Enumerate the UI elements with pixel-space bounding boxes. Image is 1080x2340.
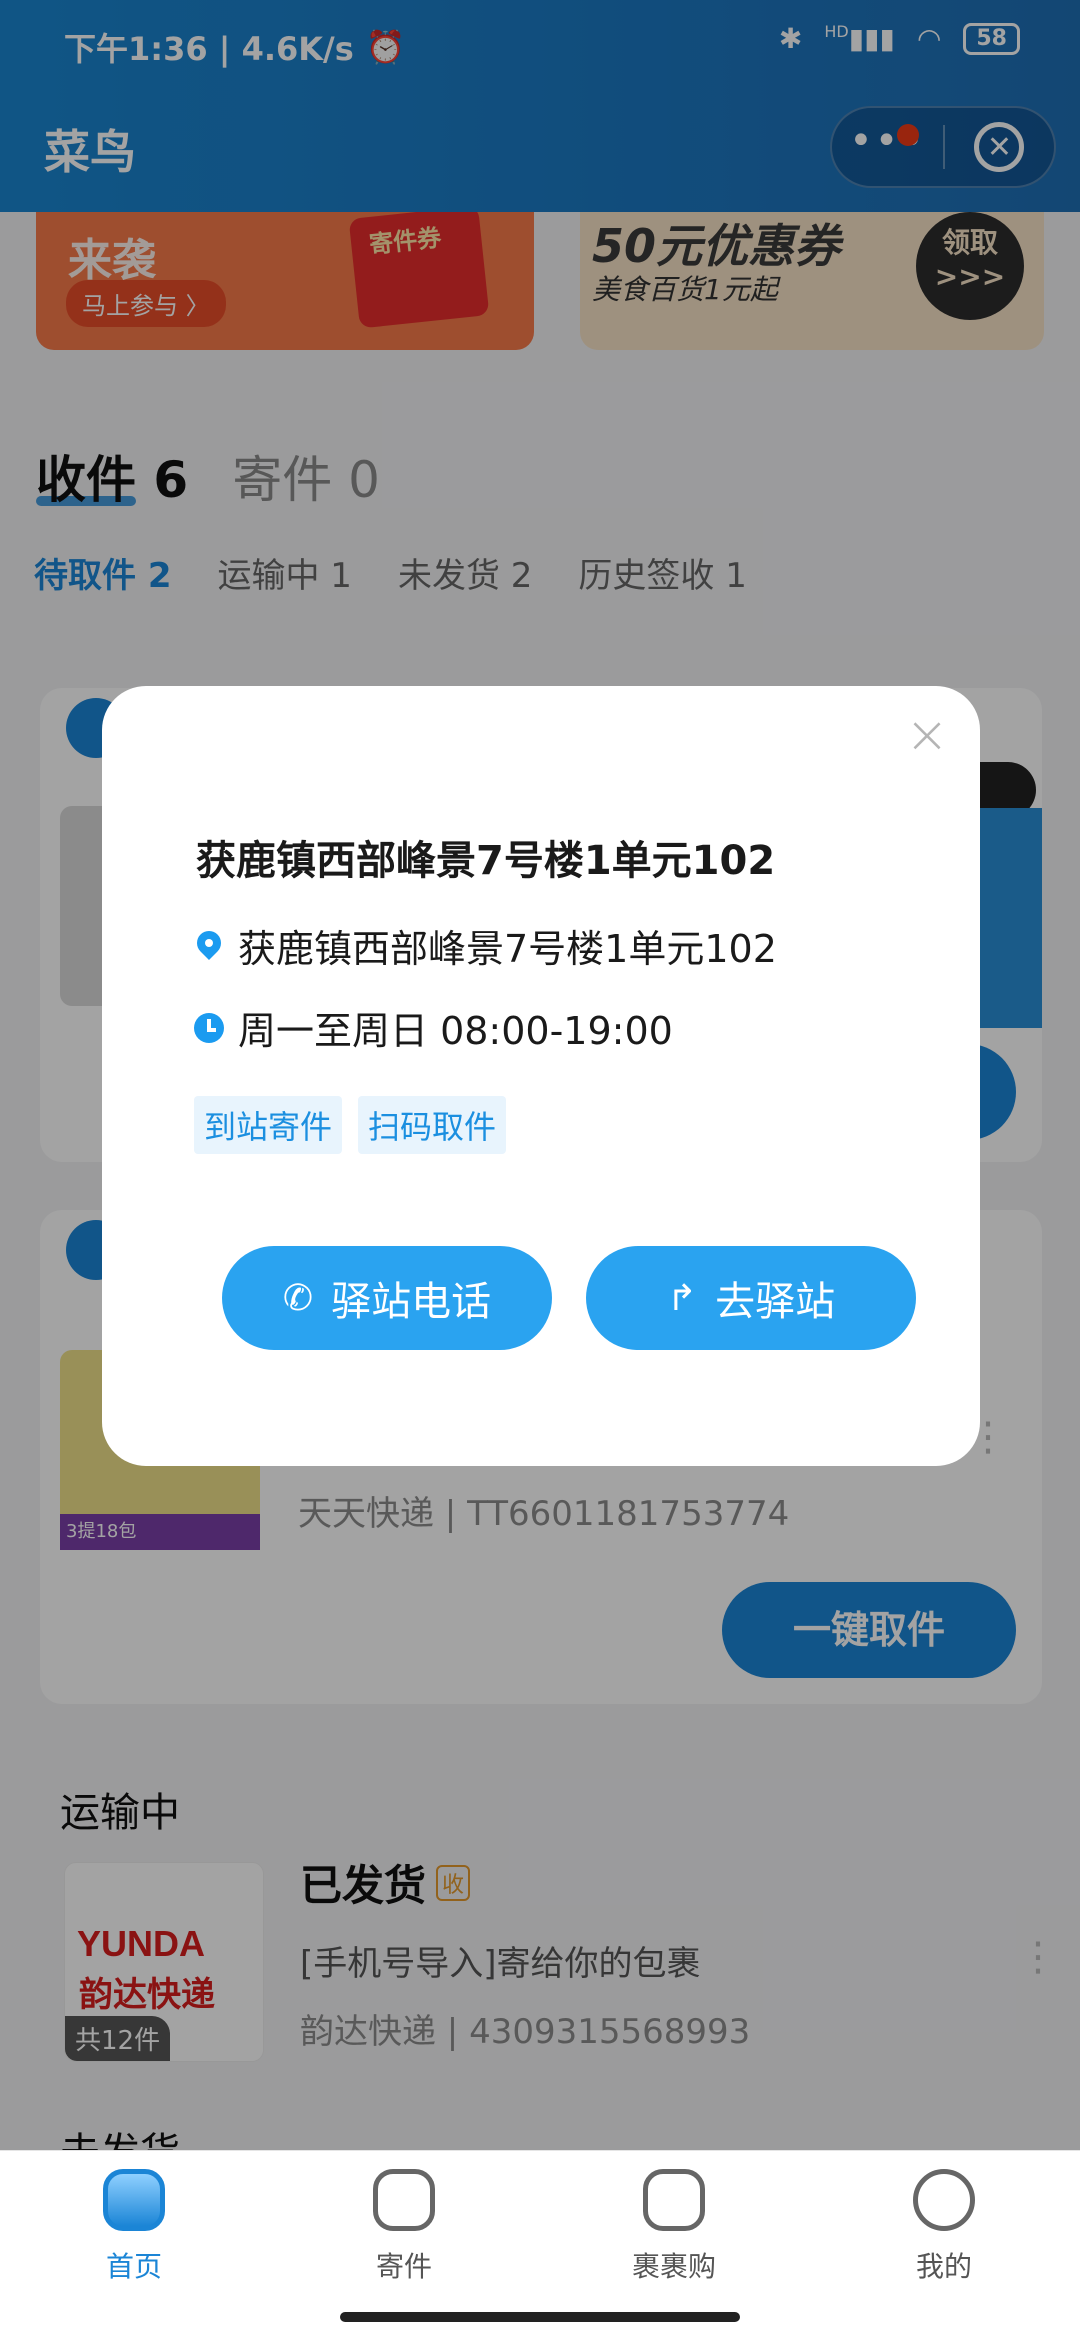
navigate-station-button[interactable]: ↱ 去驿站 <box>586 1246 916 1350</box>
station-name: 获鹿镇西部峰景7号楼1单元102 <box>196 838 776 884</box>
service-tag: 扫码取件 <box>358 1096 507 1154</box>
station-info-modal: × 获鹿镇西部峰景7号楼1单元102 获鹿镇西部峰景7号楼1单元102 周一至周… <box>102 686 980 1466</box>
service-tags: 到站寄件 扫码取件 <box>194 1096 507 1154</box>
nav-profile[interactable]: 我的 <box>844 2169 1044 2285</box>
nav-send[interactable]: 寄件 <box>304 2169 504 2285</box>
clock-icon <box>194 1012 224 1043</box>
direction-icon: ↱ <box>666 1277 698 1319</box>
home-indicator[interactable] <box>340 2312 740 2322</box>
location-pin-icon <box>194 931 224 961</box>
close-icon[interactable]: × <box>900 708 954 762</box>
call-station-button[interactable]: ✆ 驿站电话 <box>222 1246 552 1350</box>
phone-icon: ✆ <box>282 1277 314 1319</box>
mailbox-icon <box>373 2169 435 2231</box>
nav-home[interactable]: 首页 <box>34 2169 234 2285</box>
station-hours: 周一至周日 08:00-19:00 <box>194 1000 673 1055</box>
service-tag: 到站寄件 <box>194 1096 343 1154</box>
home-icon <box>103 2169 165 2231</box>
shopping-bag-icon <box>643 2169 705 2231</box>
station-address: 获鹿镇西部峰景7号楼1单元102 <box>194 918 777 973</box>
nav-shop[interactable]: 裹裹购 <box>574 2169 774 2285</box>
profile-icon <box>913 2169 975 2231</box>
